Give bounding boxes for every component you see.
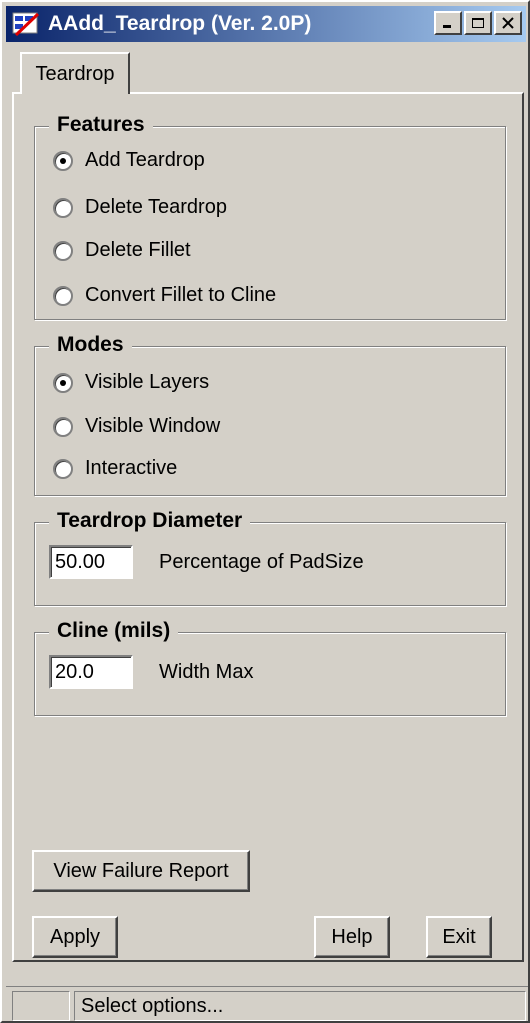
features-group: Features Add Teardrop Delete Teardrop De… [34,113,506,320]
radio-delete-teardrop[interactable]: Delete Teardrop [53,196,227,219]
diameter-input[interactable] [49,545,133,579]
radio-label: Delete Teardrop [85,196,227,218]
radio-label: Delete Fillet [85,239,191,261]
maximize-icon [472,18,484,28]
button-label: View Failure Report [53,859,229,882]
diameter-label: Percentage of PadSize [159,551,364,573]
radio-button[interactable] [53,285,73,306]
radio-delete-fillet[interactable]: Delete Fillet [53,239,191,262]
radio-label: Convert Fillet to Cline [85,284,277,306]
button-label: Help [331,925,373,948]
maximize-button[interactable] [464,11,492,35]
status-bar: Select options... [6,986,528,1023]
radio-label: Visible Layers [85,371,210,393]
teardrop-diameter-title: Teardrop Diameter [49,509,251,533]
tab-teardrop[interactable]: Teardrop [20,52,130,94]
radio-button[interactable] [53,197,73,218]
radio-button[interactable] [53,458,73,479]
window-title: AAdd_Teardrop (Ver. 2.0P) [48,12,312,35]
close-button[interactable] [494,11,522,35]
radio-label: Visible Window [85,415,221,437]
modes-title: Modes [49,333,132,357]
apply-button[interactable]: Apply [32,916,118,958]
cline-title: Cline (mils) [49,619,179,643]
button-label: Exit [442,925,476,948]
status-pane-empty [12,991,70,1021]
radio-label: Interactive [85,457,178,479]
title-bar[interactable]: AAdd_Teardrop (Ver. 2.0P) [6,6,526,42]
view-failure-report-button[interactable]: View Failure Report [32,850,250,892]
radio-convert-fillet[interactable]: Convert Fillet to Cline [53,284,276,307]
radio-interactive[interactable]: Interactive [53,457,177,480]
teardrop-diameter-group: Teardrop Diameter Percentage of PadSize [34,509,506,606]
minimize-button[interactable] [434,11,462,35]
radio-button[interactable] [53,150,73,171]
app-icon [12,11,42,37]
close-icon [502,17,514,29]
exit-button[interactable]: Exit [426,916,492,958]
radio-visible-layers[interactable]: Visible Layers [53,371,209,394]
radio-add-teardrop[interactable]: Add Teardrop [53,149,205,172]
radio-button[interactable] [53,416,73,437]
width-max-input[interactable] [49,655,133,689]
modes-group: Modes Visible Layers Visible Window Inte… [34,333,506,496]
radio-visible-window[interactable]: Visible Window [53,415,220,438]
title-buttons [434,11,522,35]
status-pane-text: Select options... [74,991,526,1021]
cline-group: Cline (mils) Width Max [34,619,506,716]
tab-label: Teardrop [35,62,115,85]
help-button[interactable]: Help [314,916,390,958]
status-text: Select options... [81,994,224,1017]
width-max-label: Width Max [159,661,254,683]
main-window: AAdd_Teardrop (Ver. 2.0P) Teardrop Featu… [0,0,530,1023]
radio-button[interactable] [53,372,73,393]
button-label: Apply [49,925,101,948]
radio-label: Add Teardrop [85,149,205,171]
minimize-icon [443,25,451,28]
features-title: Features [49,113,153,137]
radio-button[interactable] [53,240,73,261]
